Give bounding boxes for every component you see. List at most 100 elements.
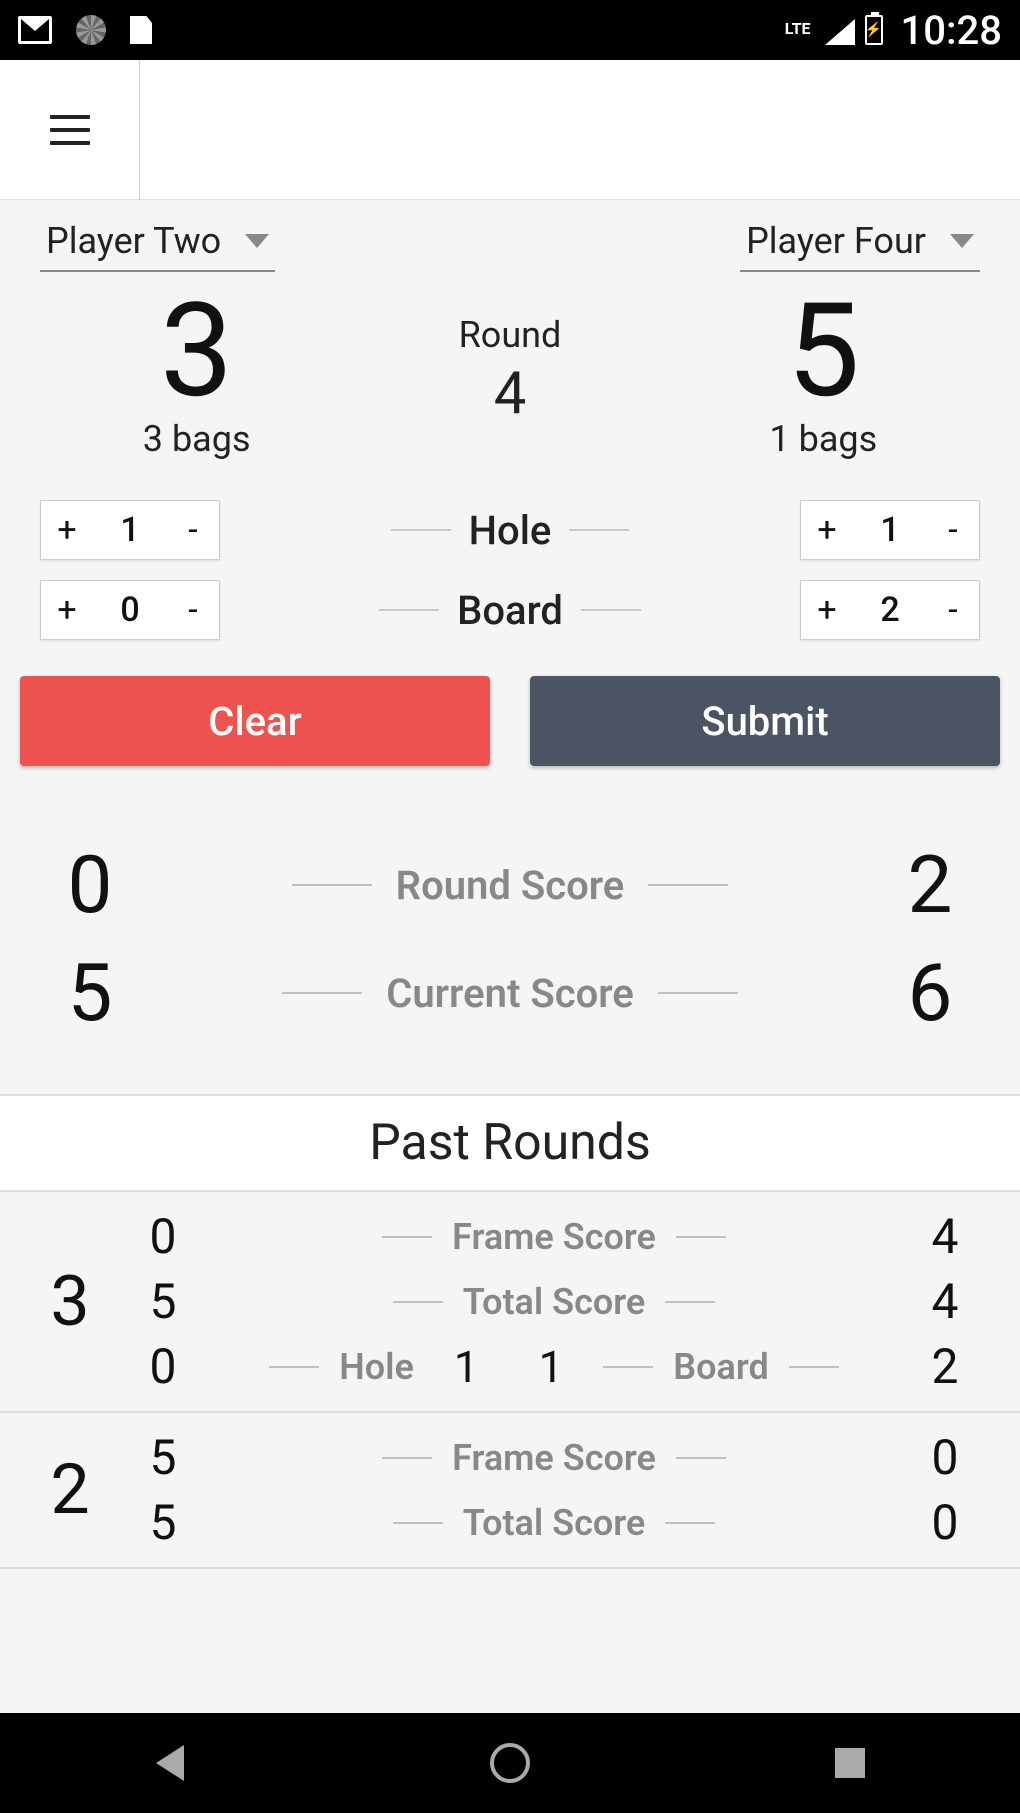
board-label: Board (457, 587, 563, 634)
home-button[interactable] (486, 1739, 534, 1787)
past-round-row: 2 5 Frame Score 0 5 Total Score (0, 1413, 1020, 1569)
past-total-left: 5 (128, 1273, 198, 1330)
recents-icon (835, 1748, 865, 1778)
left-hole-stepper[interactable]: + 1 - (40, 500, 220, 560)
minus-icon[interactable]: - (181, 590, 205, 630)
sd-card-icon (130, 16, 152, 44)
divider (382, 1236, 432, 1238)
round-number: 4 (494, 360, 527, 428)
past-total-right: 4 (910, 1273, 980, 1330)
status-time: 10:28 (901, 7, 1002, 54)
past-total-left: 5 (128, 1494, 198, 1551)
past-board-right: 2 (910, 1338, 980, 1395)
frame-score-label: Frame Score (452, 1216, 656, 1258)
past-round-number: 3 (40, 1261, 100, 1343)
right-hole-stepper[interactable]: + 1 - (800, 500, 980, 560)
divider (676, 1457, 726, 1459)
divider (382, 1457, 432, 1459)
past-board-left: 1 (539, 1341, 564, 1393)
left-bags: 3 bags (143, 418, 251, 460)
current-score-label: Current Score (386, 970, 634, 1017)
current-score-left: 5 (40, 946, 140, 1040)
back-button[interactable] (146, 1739, 194, 1787)
past-frame-right: 0 (910, 1429, 980, 1486)
hamburger-icon (50, 115, 90, 145)
player-right-label: Player Four (746, 220, 926, 262)
clear-button[interactable]: Clear (20, 676, 490, 766)
total-score-label: Total Score (463, 1502, 646, 1544)
minus-icon[interactable]: - (941, 510, 965, 550)
divider (292, 884, 372, 886)
lte-label: LTE (785, 19, 811, 38)
past-round-number: 2 (40, 1449, 100, 1531)
current-score-right: 6 (880, 946, 980, 1040)
signal-icon (821, 15, 855, 45)
right-board-stepper[interactable]: + 2 - (800, 580, 980, 640)
round-score-label: Round Score (396, 862, 625, 909)
right-score: 5 (787, 286, 860, 416)
chevron-down-icon (245, 234, 269, 248)
past-hole-right: 1 (454, 1341, 479, 1393)
divider (676, 1236, 726, 1238)
past-frame-left: 5 (128, 1429, 198, 1486)
loading-spinner-icon (76, 15, 106, 45)
left-board-value: 0 (120, 590, 139, 630)
divider (282, 992, 362, 994)
divider (665, 1522, 715, 1524)
past-rounds-header: Past Rounds (0, 1094, 1020, 1192)
divider (648, 884, 728, 886)
past-frame-left: 0 (128, 1208, 198, 1265)
left-hole-value: 1 (120, 510, 139, 550)
back-icon (156, 1745, 184, 1781)
divider (391, 529, 451, 531)
minus-icon[interactable]: - (941, 590, 965, 630)
divider (665, 1301, 715, 1303)
player-right-select[interactable]: Player Four (740, 220, 980, 272)
clear-button-label: Clear (208, 698, 301, 745)
battery-charging-icon (865, 15, 883, 45)
plus-icon[interactable]: + (55, 510, 79, 550)
divider (269, 1366, 319, 1368)
past-hole-left: 0 (128, 1338, 198, 1395)
total-score-label: Total Score (463, 1281, 646, 1323)
recents-button[interactable] (826, 1739, 874, 1787)
android-nav-bar (0, 1713, 1020, 1813)
divider (393, 1522, 443, 1524)
round-score-left: 0 (40, 838, 140, 932)
app-bar (0, 60, 1020, 200)
submit-button[interactable]: Submit (530, 676, 1000, 766)
frame-score-label: Frame Score (452, 1437, 656, 1479)
divider (393, 1301, 443, 1303)
gmail-icon (18, 16, 52, 44)
divider (658, 992, 738, 994)
round-score-right: 2 (880, 838, 980, 932)
past-round-row: 3 0 Frame Score 4 5 Total Score (0, 1192, 1020, 1413)
right-hole-value: 1 (880, 510, 899, 550)
plus-icon[interactable]: + (55, 590, 79, 630)
right-board-value: 2 (880, 590, 899, 630)
player-left-select[interactable]: Player Two (40, 220, 275, 272)
plus-icon[interactable]: + (815, 510, 839, 550)
divider (789, 1366, 839, 1368)
minus-icon[interactable]: - (181, 510, 205, 550)
home-icon (490, 1743, 530, 1783)
past-frame-right: 4 (910, 1208, 980, 1265)
divider (569, 529, 629, 531)
divider (603, 1366, 653, 1368)
android-status-bar: LTE 10:28 (0, 0, 1020, 60)
plus-icon[interactable]: + (815, 590, 839, 630)
right-bags: 1 bags (769, 418, 877, 460)
left-board-stepper[interactable]: + 0 - (40, 580, 220, 640)
round-label: Round (459, 314, 562, 356)
divider (379, 609, 439, 611)
player-left-label: Player Two (46, 220, 221, 262)
menu-button[interactable] (0, 60, 140, 200)
past-board-label: Board (673, 1346, 768, 1388)
divider (581, 609, 641, 611)
left-score: 3 (160, 286, 233, 416)
past-hole-label: Hole (339, 1346, 414, 1388)
past-total-right: 0 (910, 1494, 980, 1551)
hole-label: Hole (469, 507, 552, 554)
submit-button-label: Submit (701, 698, 828, 745)
chevron-down-icon (950, 234, 974, 248)
